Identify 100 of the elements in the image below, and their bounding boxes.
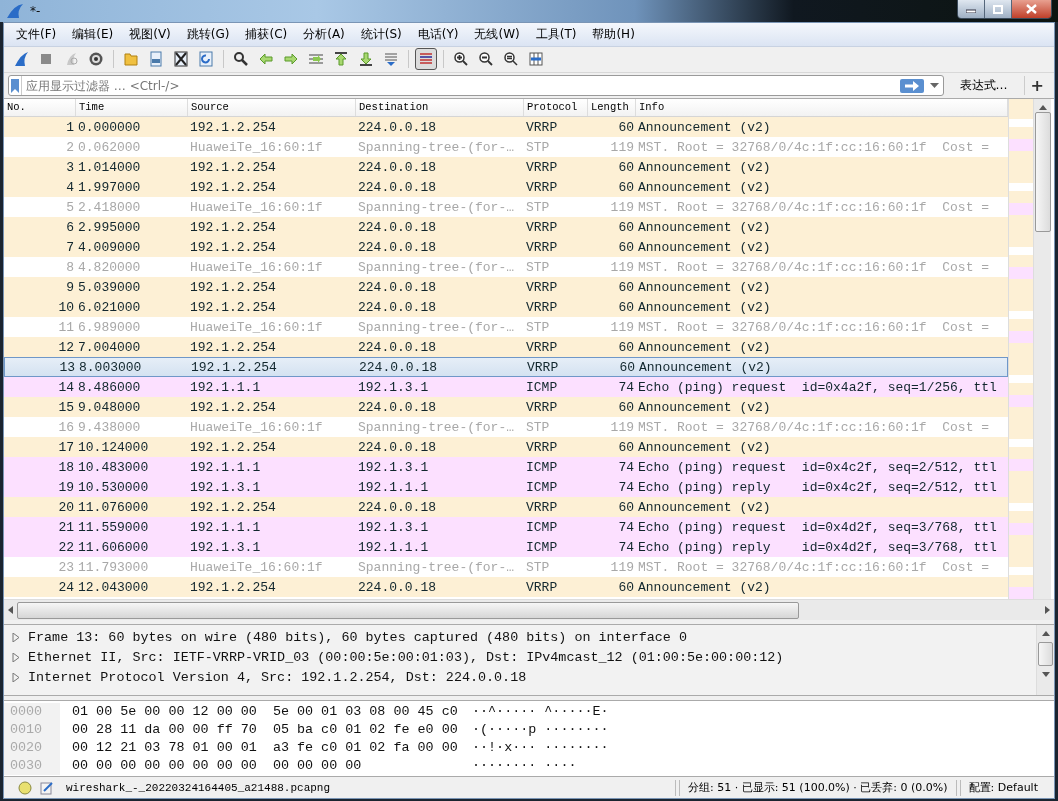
table-cell-text: 9	[65, 279, 75, 295]
close-button[interactable]	[1012, 0, 1051, 18]
menu-item[interactable]: 无线(W)	[466, 25, 528, 43]
scroll-thumb[interactable]	[1038, 642, 1053, 667]
table-cell-text: 60	[617, 339, 635, 355]
filter-input[interactable]: 应用显示过滤器 … <Ctrl-/>	[26, 78, 900, 93]
table-cell-text: 192.1.1.1	[189, 459, 262, 475]
column-header[interactable]: Protocol	[524, 99, 588, 117]
packet-row[interactable]: 22 11.606000 192.1.3.1 192.1.1.1 ICMP 74 Echo (ping) reply id=0x4d2f, seq=3/768, ttl	[4, 537, 1008, 558]
column-header[interactable]: Source	[188, 99, 356, 117]
horizontal-scrollbar[interactable]	[4, 599, 1054, 621]
collapsed-triangle-icon[interactable]	[12, 672, 20, 682]
table-cell-text: 192.1.3.1	[189, 479, 262, 495]
dropdown-arrow-icon[interactable]	[929, 83, 939, 88]
packet-row[interactable]: 13 8.003000 192.1.2.254 224.0.0.18 VRRP 60 Announcement (v2)	[4, 357, 1008, 378]
toolbar-button[interactable]	[415, 48, 437, 71]
vertical-scrollbar[interactable]	[1036, 625, 1054, 695]
menu-item[interactable]: 电话(Y)	[409, 25, 467, 43]
table-cell-text: 0.062000	[77, 139, 142, 155]
table-cell-text: STP	[525, 419, 551, 435]
collapsed-triangle-icon[interactable]	[12, 652, 20, 662]
column-header[interactable]: Destination	[356, 99, 524, 117]
table-cell-text: VRRP	[525, 119, 559, 135]
add-filter-button[interactable]: +	[1023, 76, 1050, 95]
packet-row[interactable]: 4 1.997000 192.1.2.254 224.0.0.18 VRRP 60 Announcement (v2)	[4, 177, 1008, 198]
menu-item[interactable]: 捕获(C)	[237, 25, 296, 43]
menu-item[interactable]: 编辑(E)	[64, 25, 122, 43]
minimize-button[interactable]	[958, 0, 985, 18]
packet-row[interactable]: 19 10.530000 192.1.3.1 192.1.1.1 ICMP 74 Echo (ping) reply id=0x4c2f, seq=2/512, ttl	[4, 477, 1008, 498]
packet-row[interactable]: 3 1.014000 192.1.2.254 224.0.0.18 VRRP 60 Announcement (v2)	[4, 157, 1008, 178]
table-cell-text: 60	[617, 439, 635, 455]
packet-row[interactable]: 12 7.004000 192.1.2.254 224.0.0.18 VRRP 60 Announcement (v2)	[4, 337, 1008, 358]
column-header[interactable]: Length	[588, 99, 636, 117]
expression-button[interactable]: 表达式…	[949, 77, 1018, 94]
table-cell-text: Spanning-tree-(for-…	[357, 559, 516, 575]
table-cell-text: 4.820000	[77, 259, 142, 275]
table-cell-text: 60	[617, 279, 635, 295]
table-cell-text: MST. Root = 32768/0/4c:1f:cc:16:60:1f Cost =	[637, 319, 991, 335]
packet-row[interactable]: 21 11.559000 192.1.1.1 192.1.3.1 ICMP 74 Echo (ping) request id=0x4d2f, seq=3/768, ttl	[4, 517, 1008, 538]
column-header[interactable]: Time	[76, 99, 188, 117]
packet-row[interactable]: 6 2.995000 192.1.2.254 224.0.0.18 VRRP 60 Announcement (v2)	[4, 217, 1008, 238]
table-cell-text: 74	[617, 539, 635, 555]
ascii-bytes: ·(·····p ········	[472, 722, 609, 738]
edit-note-icon[interactable]	[40, 780, 54, 795]
table-cell-text: Echo (ping) request id=0x4c2f, seq=2/512, ttl	[637, 459, 998, 475]
menu-item[interactable]: 工具(T)	[527, 25, 585, 43]
vertical-scrollbar[interactable]	[1033, 99, 1051, 600]
packet-row[interactable]: 17 10.124000 192.1.2.254 224.0.0.18 VRRP 60 Announcement (v2)	[4, 437, 1008, 458]
packet-row[interactable]: 14 8.486000 192.1.1.1 192.1.3.1 ICMP 74 Echo (ping) request id=0x4a2f, seq=1/256, ttl	[4, 377, 1008, 398]
packet-row[interactable]: 15 9.048000 192.1.2.254 224.0.0.18 VRRP 60 Announcement (v2)	[4, 397, 1008, 418]
table-cell-text: VRRP	[525, 239, 559, 255]
table-cell-text: 5.039000	[77, 279, 142, 295]
table-cell-text: STP	[525, 259, 551, 275]
table-cell-text: Echo (ping) reply id=0x4d2f, seq=3/768, ttl	[637, 539, 998, 555]
apply-button[interactable]	[899, 78, 924, 93]
shark-fin-icon	[13, 51, 29, 68]
table-cell-text: 74	[617, 379, 635, 395]
first-icon	[333, 51, 349, 68]
table-cell-text: 224.0.0.18	[357, 579, 437, 595]
packet-row[interactable]: 9 5.039000 192.1.2.254 224.0.0.18 VRRP 60 Announcement (v2)	[4, 277, 1008, 298]
menu-item[interactable]: 帮助(H)	[584, 25, 643, 43]
scroll-thumb[interactable]	[1034, 112, 1051, 233]
table-cell-text: 12.043000	[77, 579, 150, 595]
table-cell-text: 192.1.2.254	[189, 159, 277, 175]
search-icon	[233, 51, 249, 68]
table-cell-text: 192.1.1.1	[357, 479, 430, 495]
menu-item[interactable]: 视图(V)	[121, 25, 179, 43]
display-filter-field[interactable]: 应用显示过滤器 … <Ctrl-/>	[8, 75, 944, 96]
tree-item[interactable]: Internet Protocol Version 4, Src: 192.1.2.254, Dst: 224.0.0.18	[28, 669, 527, 685]
table-cell-text: Announcement (v2)	[637, 339, 772, 355]
packet-row[interactable]: 1 0.000000 192.1.2.254 224.0.0.18 VRRP 60 Announcement (v2)	[4, 117, 1008, 138]
tree-item[interactable]: Ethernet II, Src: IETF-VRRP-VRID_03 (00:00:5e:00:01:03), Dst: IPv4mcast_12 (01:00:5e:00:00:12)	[28, 649, 784, 665]
table-cell-text: Announcement (v2)	[637, 499, 772, 515]
table-cell-text: Spanning-tree-(for-…	[357, 259, 516, 275]
scroll-thumb[interactable]	[17, 601, 799, 619]
packet-row[interactable]: 18 10.483000 192.1.1.1 192.1.3.1 ICMP 74 Echo (ping) request id=0x4c2f, seq=2/512, ttl	[4, 457, 1008, 478]
column-header[interactable]: No.	[4, 99, 76, 117]
table-cell-text: 74	[617, 479, 635, 495]
profile-label[interactable]: 配置: Default	[968, 780, 1038, 796]
menu-item[interactable]: 跳转(G)	[178, 25, 238, 43]
table-cell-text: 119	[609, 319, 635, 335]
table-cell-text: 8.003000	[78, 359, 143, 375]
status-dot-icon	[18, 780, 32, 795]
table-cell-text: 11	[57, 319, 75, 335]
table-cell-text: VRRP	[525, 579, 559, 595]
table-cell-text: 192.1.2.254	[189, 239, 277, 255]
maximize-button[interactable]	[985, 0, 1012, 18]
table-cell-text: Announcement (v2)	[637, 299, 772, 315]
table-cell-text: 60	[617, 219, 635, 235]
packet-row[interactable]: 7 4.009000 192.1.2.254 224.0.0.18 VRRP 60 Announcement (v2)	[4, 237, 1008, 258]
packet-row[interactable]: 24 12.043000 192.1.2.254 224.0.0.18 VRRP 60 Announcement (v2)	[4, 577, 1008, 598]
table-cell-text: MST. Root = 32768/0/4c:1f:cc:16:60:1f Cost =	[637, 559, 991, 575]
table-cell-text: Echo (ping) reply id=0x4c2f, seq=2/512, ttl	[637, 479, 998, 495]
menu-item[interactable]: 分析(A)	[295, 25, 353, 43]
menu-item[interactable]: 统计(S)	[352, 25, 410, 43]
packet-row[interactable]: 10 6.021000 192.1.2.254 224.0.0.18 VRRP 60 Announcement (v2)	[4, 297, 1008, 318]
collapsed-triangle-icon[interactable]	[12, 632, 20, 642]
menu-item[interactable]: 文件(F)	[8, 25, 65, 43]
tree-item[interactable]: Frame 13: 60 bytes on wire (480 bits), 60 bytes captured (480 bits) on interface 0	[28, 629, 687, 645]
packet-row[interactable]: 20 11.076000 192.1.2.254 224.0.0.18 VRRP 60 Announcement (v2)	[4, 497, 1008, 518]
